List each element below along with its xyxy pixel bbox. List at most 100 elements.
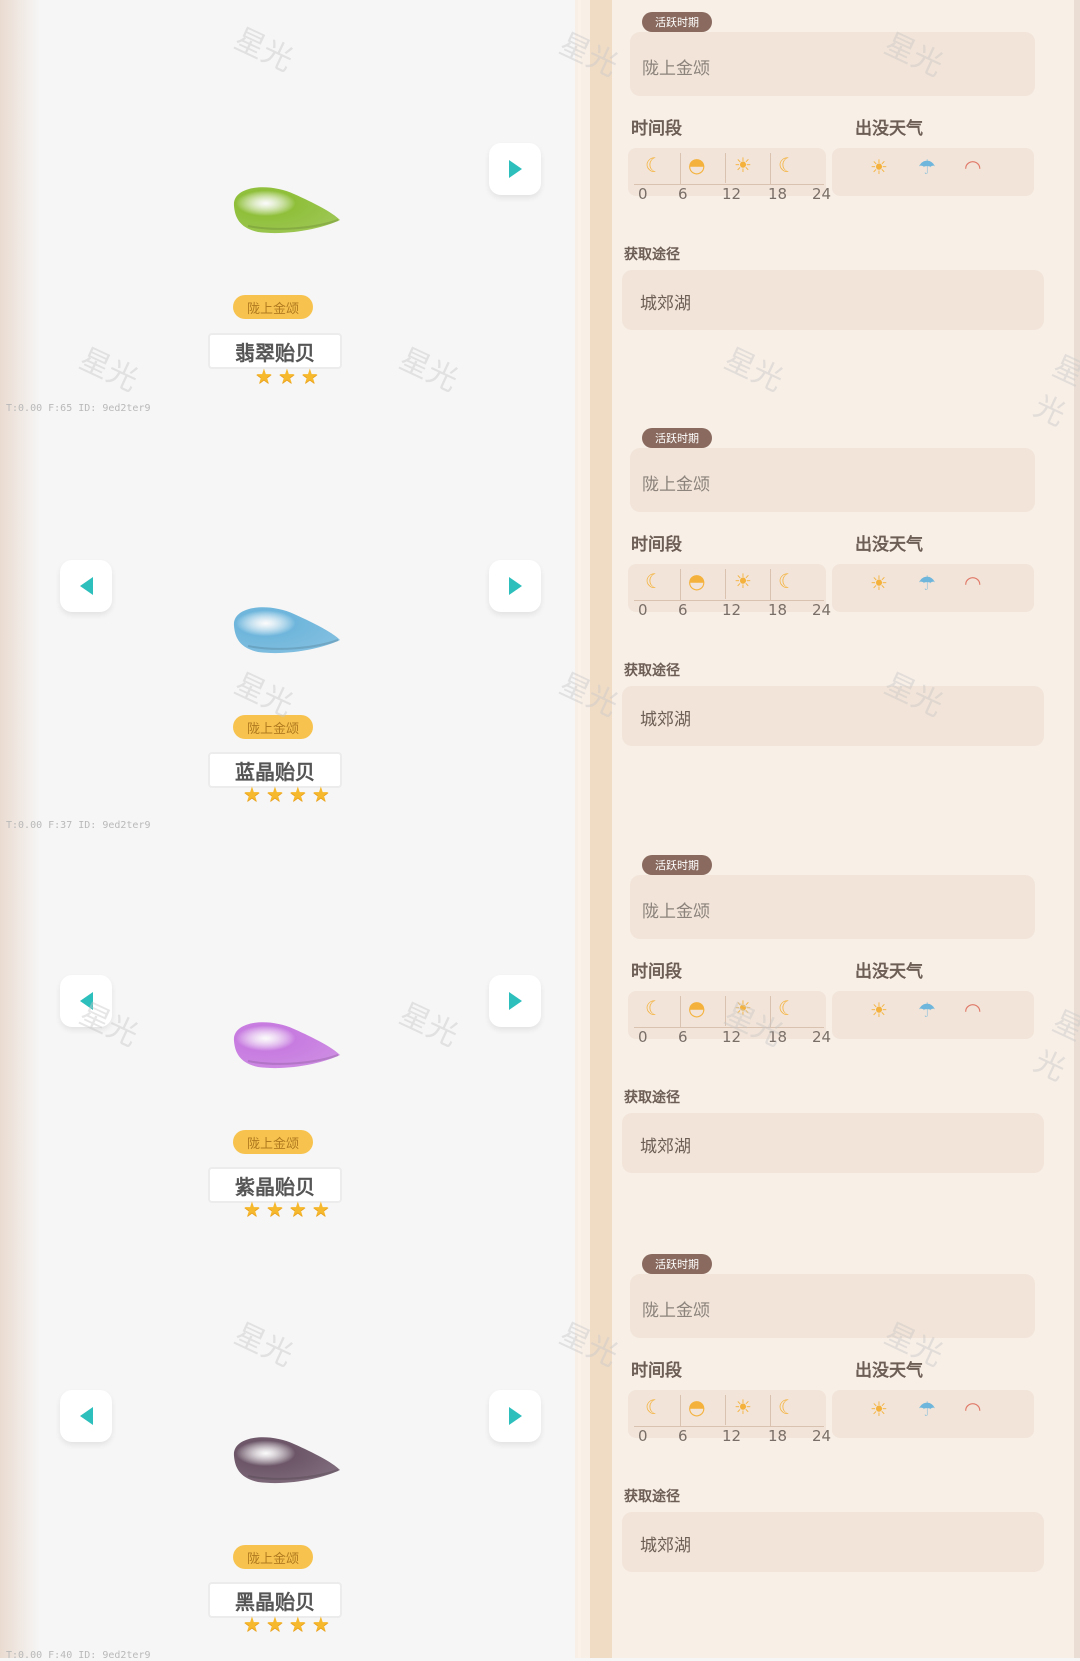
source-label: 获取途径: [624, 663, 680, 679]
star-icon: ★: [243, 782, 261, 806]
time-label: 时间段: [631, 535, 682, 555]
moon-icon: ☾: [645, 569, 663, 593]
time-tick-label: 12: [722, 1427, 742, 1445]
time-tick-label: 18: [768, 601, 788, 619]
rain-icon: ☂: [918, 998, 936, 1022]
next-arrow-icon: [508, 1407, 522, 1425]
item-card: 陇上金颂 黑晶贻贝 ★ ★ ★ ★ T:0.00 F:40 ID: 9ed2ter9: [0, 1245, 575, 1661]
moon-icon: ☾: [645, 153, 663, 177]
sunrise-icon: ◓: [688, 569, 706, 593]
detail-section: 活跃时期 陇上金颂 时间段 出没天气 0 6 12 18 24 ☾ ◓ ☀ ☾ ☀ ☂ ◠ 获取途径 城郊湖: [612, 1254, 1077, 1654]
time-tick-label: 12: [722, 185, 742, 203]
prev-button[interactable]: [60, 560, 112, 612]
rain-icon: ☂: [918, 1397, 936, 1421]
next-button[interactable]: [489, 560, 541, 612]
active-period-badge: 活跃时期: [642, 428, 712, 448]
axis-tick: [725, 996, 726, 1026]
source-label: 获取途径: [624, 1090, 680, 1106]
source-value: 城郊湖: [640, 1536, 691, 1556]
sunrise-icon: ◓: [688, 153, 706, 177]
axis-tick: [680, 996, 681, 1028]
prev-arrow-icon: [79, 992, 93, 1010]
sunrise-icon: ◓: [688, 996, 706, 1020]
time-tick-label: 24: [812, 1028, 832, 1046]
rain-icon: ☂: [918, 155, 936, 179]
axis-tick: [770, 996, 771, 1028]
sunny-icon: ☀: [870, 1397, 888, 1421]
prev-arrow-icon: [79, 577, 93, 595]
time-tick-label: 0: [638, 1028, 648, 1046]
rarity-stars: ★ ★ ★: [255, 366, 319, 386]
active-period-value: 陇上金颂: [642, 475, 710, 495]
active-period-badge: 活跃时期: [642, 1254, 712, 1274]
item-card: 陇上金颂 紫晶贻贝 ★ ★ ★ ★: [0, 830, 575, 1240]
star-icon: ★: [255, 364, 273, 388]
prev-button[interactable]: [60, 1390, 112, 1442]
weather-label: 出没天气: [855, 962, 923, 982]
active-period-value: 陇上金颂: [642, 59, 710, 79]
axis-tick: [770, 1395, 771, 1427]
time-tick-label: 0: [638, 1427, 648, 1445]
star-icon: ★: [288, 1197, 307, 1221]
rarity-stars: ★ ★ ★ ★: [243, 1199, 330, 1219]
next-button[interactable]: [489, 1390, 541, 1442]
time-tick-label: 24: [812, 185, 832, 203]
source-value: 城郊湖: [640, 1137, 691, 1157]
period-tag: 陇上金颂: [233, 295, 313, 319]
sunny-icon: ☀: [870, 155, 888, 179]
sun-icon: ☀: [734, 153, 752, 177]
source-label: 获取途径: [624, 1489, 680, 1505]
sun-icon: ☀: [734, 569, 752, 593]
time-label: 时间段: [631, 962, 682, 982]
detail-section: 活跃时期 陇上金颂 时间段 出没天气 0 6 12 18 24 ☾ ◓ ☀ ☾ ☀ ☂ ◠ 获取途径 城郊湖: [612, 428, 1077, 828]
time-label: 时间段: [631, 119, 682, 139]
star-icon: ★: [265, 1612, 284, 1636]
sun-icon: ☀: [734, 996, 752, 1020]
star-icon: ★: [277, 364, 296, 388]
prev-button[interactable]: [60, 975, 112, 1027]
time-tick-label: 12: [722, 1028, 742, 1046]
rainbow-icon: ◠: [964, 571, 982, 595]
sunrise-icon: ◓: [688, 1395, 706, 1419]
active-period-value: 陇上金颂: [642, 902, 710, 922]
time-tick-label: 18: [768, 1028, 788, 1046]
sunny-icon: ☀: [870, 571, 888, 595]
time-tick-label: 12: [722, 601, 742, 619]
mussel-image: [233, 1022, 340, 1069]
star-icon: ★: [243, 1612, 261, 1636]
moon-icon: ☾: [778, 1395, 796, 1419]
time-tick-label: 18: [768, 1427, 788, 1445]
moon-icon: ☾: [778, 996, 796, 1020]
time-tick-label: 24: [812, 601, 832, 619]
next-button[interactable]: [489, 143, 541, 195]
weather-label: 出没天气: [855, 535, 923, 555]
sunny-icon: ☀: [870, 998, 888, 1022]
star-icon: ★: [300, 364, 319, 388]
weather-label: 出没天气: [855, 1361, 923, 1381]
time-tick-label: 6: [678, 1427, 688, 1445]
debug-overlay-text: T:0.00 F:40 ID: 9ed2ter9: [6, 1650, 151, 1661]
detail-section: 活跃时期 陇上金颂 时间段 出没天气 0 6 12 18 24 ☾ ◓ ☀ ☾ ☀ ☂ ◠ 获取途径 城郊湖: [612, 855, 1077, 1255]
moon-icon: ☾: [778, 569, 796, 593]
star-icon: ★: [243, 1197, 261, 1221]
item-card: 陇上金颂 蓝晶贻贝 ★ ★ ★ ★ T:0.00 F:37 ID: 9ed2ter9: [0, 415, 575, 831]
star-icon: ★: [311, 1197, 330, 1221]
period-tag: 陇上金颂: [233, 1545, 313, 1569]
weather-label: 出没天气: [855, 119, 923, 139]
mussel-image: [233, 1437, 340, 1484]
time-label: 时间段: [631, 1361, 682, 1381]
star-icon: ★: [265, 1197, 284, 1221]
next-button[interactable]: [489, 975, 541, 1027]
time-tick-label: 24: [812, 1427, 832, 1445]
star-icon: ★: [288, 782, 307, 806]
time-tick-label: 6: [678, 1028, 688, 1046]
mussel-image: [233, 187, 340, 234]
period-tag: 陇上金颂: [233, 1130, 313, 1154]
axis-tick: [680, 569, 681, 601]
sun-icon: ☀: [734, 1395, 752, 1419]
star-icon: ★: [265, 782, 284, 806]
moon-icon: ☾: [645, 1395, 663, 1419]
next-arrow-icon: [508, 992, 522, 1010]
star-icon: ★: [288, 1612, 307, 1636]
panel-binding: [590, 0, 612, 1658]
